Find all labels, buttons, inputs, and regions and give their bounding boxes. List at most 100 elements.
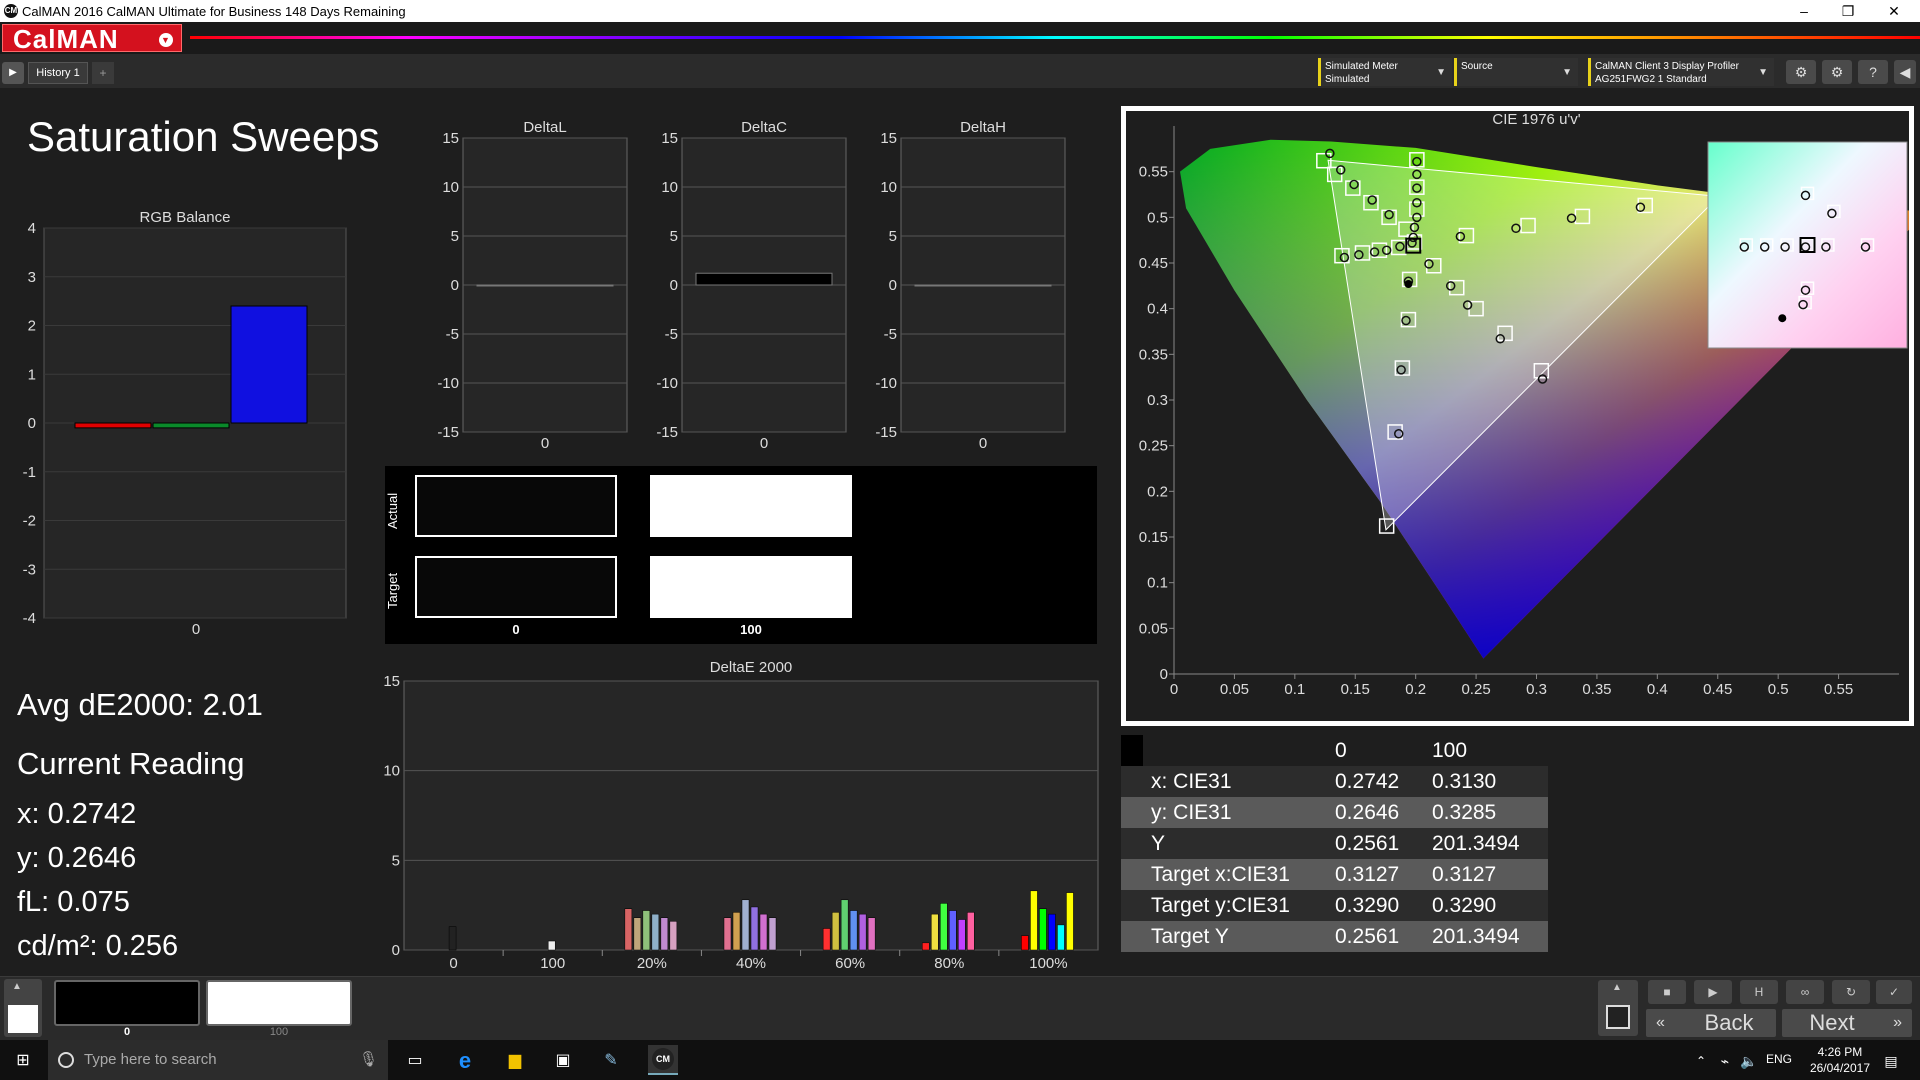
patch-picker[interactable]: ▲ [4,979,42,1037]
meter-selector[interactable]: Simulated Meter Simulated ▼ [1318,58,1452,86]
stop-icon[interactable]: ■ [1648,980,1686,1004]
patch-chip-0[interactable] [54,980,200,1026]
tab-history-1[interactable]: History 1 [28,62,88,84]
chevron-down-icon: ▼ [159,33,173,47]
close-button[interactable]: ✕ [1872,0,1916,22]
calman-menu-button[interactable]: CalMAN ▼ [2,24,182,53]
restore-button[interactable]: ❐ [1826,0,1870,22]
row-val-100: 0.3127 [1432,863,1497,886]
task-view-icon[interactable]: ▭ [402,1048,428,1074]
target-label: Target [385,572,400,610]
search-placeholder: Type here to search [84,1051,217,1068]
minimize-button[interactable]: – [1782,0,1826,22]
tray-chevron-icon[interactable]: ⌃ [1688,1048,1714,1074]
meter-name: Simulated Meter [1325,61,1398,72]
delta-e-bar [940,903,948,951]
meter-mode: Simulated [1325,74,1370,85]
file-explorer-icon[interactable]: ▆ [502,1048,528,1074]
row-label: y: CIE31 [1151,801,1232,824]
refresh-icon[interactable]: ↻ [1832,980,1870,1004]
rgb-xtick: 0 [192,621,200,638]
table-header-col-100: 100 [1432,739,1468,762]
delta-l-bar [476,284,614,287]
chevron-down-icon: ▼ [1562,67,1572,78]
cie-ytick-label: 0.3 [1147,392,1168,409]
help-icon[interactable]: ? [1858,60,1888,84]
network-icon[interactable]: ⌁ [1712,1048,1738,1074]
rgb-ytick-label: -4 [23,610,36,627]
delta-e-bar [660,917,669,951]
source-selector[interactable]: Source ▼ [1454,58,1578,86]
volume-icon[interactable]: 🔈 [1736,1048,1762,1074]
windows-start-icon[interactable]: ⊞ [10,1048,36,1074]
chevron-down-icon: ▼ [1758,67,1768,78]
delta-h-chart: DeltaH 15 10 5 0 -5 -10 -15 0 [875,119,1066,452]
notifications-icon[interactable]: ▤ [1878,1048,1904,1074]
delta-c-ytick-label: -10 [656,375,678,392]
cie-xtick-label: 0.45 [1703,681,1732,698]
delta-e-xtick-label: 80% [934,955,964,972]
cie-inset-current-marker [1778,314,1787,323]
delta-e-xtick-label: 0 [449,955,457,972]
delta-e-bar [633,917,642,951]
delta-h-ytick-label: -10 [875,375,897,392]
store-icon[interactable]: ▣ [550,1048,576,1074]
avg-de2000: Avg dE2000: 2.01 [17,687,263,722]
delta-c-ytick-label: 15 [661,130,678,147]
chevron-up-icon: ▲ [1612,982,1622,993]
patch-chip-label-100: 100 [269,1026,289,1038]
edge-icon[interactable]: e [452,1048,478,1074]
rgb-bar-blue [230,305,308,424]
chevron-left-icon[interactable]: ◀ [1894,60,1916,84]
cie-ytick-label: 0.5 [1147,209,1168,226]
play-icon[interactable]: ▶ [2,62,24,84]
delta-c-ytick-label: -5 [665,326,678,343]
taskbar-search[interactable]: Type here to search 🎙 [48,1040,388,1080]
calman-taskbar-icon[interactable]: CM [648,1045,678,1075]
delta-e-xtick-label: 20% [637,955,667,972]
language-indicator[interactable]: ENG [1766,1052,1792,1066]
loop-icon[interactable]: ∞ [1786,980,1824,1004]
back-button[interactable]: « Back [1646,1009,1776,1037]
delta-c-bar [695,272,833,286]
meter-settings-icon[interactable]: ⚙ [1786,60,1816,84]
row-val-0: 0.3290 [1335,894,1400,917]
play-icon[interactable]: ▶ [1694,980,1732,1004]
display-selector[interactable]: CalMAN Client 3 Display Profiler AG251FW… [1588,58,1774,86]
delta-e-bar [759,913,768,951]
cie-xtick-label: 0.1 [1284,681,1305,698]
cie-ytick-label: 0.25 [1139,438,1168,455]
source-name: Source [1461,61,1493,72]
delta-e-bar [651,913,660,951]
save-icon[interactable]: H [1740,980,1778,1004]
gear-icon[interactable]: ⚙ [1822,60,1852,84]
next-button[interactable]: Next » [1782,1009,1912,1037]
table-row: Y 0.2561 201.3494 [1121,828,1548,859]
table-row: y: CIE31 0.2646 0.3285 [1121,797,1548,828]
cie-chart-panel: CIE 1976 u'v' 0 0.05 0.1 0.15 0.2 0.25 0.3 0.35 0… [1121,106,1920,726]
cie-inset-background [1707,141,1908,349]
patch-chip-100[interactable] [206,980,352,1026]
stop-panel[interactable]: ▲ [1598,980,1638,1036]
logo-bar: CalMAN ▼ [0,22,1920,54]
target-swatch-100 [650,556,852,618]
delta-e-2000-chart: DeltaE 2000 15 10 5 0 0 100 20% 40% 60% 80% 100% [383,659,1099,972]
paint-icon[interactable]: ✎ [598,1048,624,1074]
delta-e-bar [1030,890,1038,951]
chevron-right-icon: » [1893,1014,1902,1031]
microphone-icon[interactable]: 🎙 [359,1040,378,1080]
cie-xtick-label: 0.35 [1582,681,1611,698]
delta-e-ytick-label: 15 [383,673,400,690]
title-bar: CM CalMAN 2016 CalMAN Ultimate for Busin… [0,0,1920,22]
clock[interactable]: 4:26 PM 26/04/2017 [1810,1044,1870,1076]
check-icon[interactable]: ✓ [1876,980,1912,1004]
cie-ytick-label: 0.2 [1147,483,1168,500]
cie-xtick-label: 0.55 [1824,681,1853,698]
delta-l-chart: DeltaL 15 10 5 0 -5 -10 -15 0 [437,119,628,452]
delta-c-xtick-label: 0 [760,435,768,452]
delta-h-xtick-label: 0 [979,435,987,452]
add-tab-button[interactable]: + [92,62,114,84]
delta-l-xtick-label: 0 [541,435,549,452]
delta-e-bar [822,928,831,951]
delta-e-ytick-label: 10 [383,763,400,780]
